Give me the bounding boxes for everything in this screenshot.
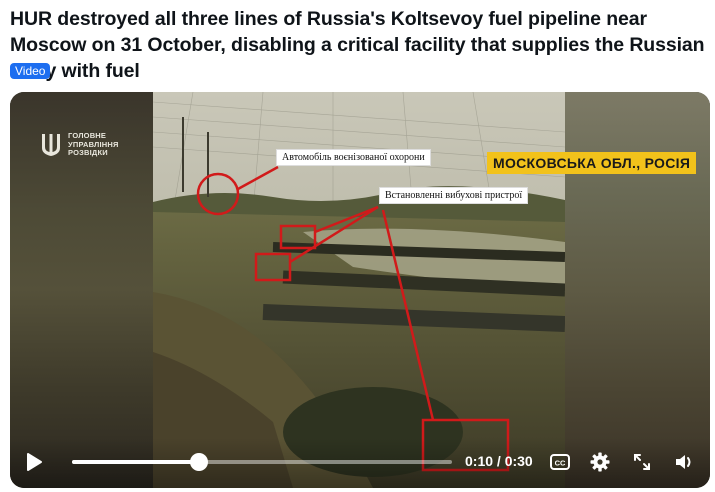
- post-headline: HUR destroyed all three lines of Russia'…: [10, 8, 705, 82]
- guard-vehicle-caption: Автомобіль воєнізованої охорони: [276, 149, 431, 166]
- hur-logo: ГОЛОВНЕ УПРАВЛІННЯ РОЗВІДКИ: [40, 132, 119, 158]
- svg-text:CC: CC: [555, 459, 566, 468]
- seek-progress: [72, 460, 199, 464]
- video-badge: Video: [10, 63, 51, 79]
- trident-icon: [42, 134, 60, 156]
- volume-icon: [676, 455, 691, 469]
- video-player[interactable]: ГОЛОВНЕ УПРАВЛІННЯ РОЗВІДКИ МОСКОВСЬКА О…: [10, 92, 710, 488]
- captions-button[interactable]: CC: [548, 450, 572, 474]
- volume-button[interactable]: [672, 450, 696, 474]
- play-icon: [27, 453, 42, 471]
- fullscreen-icon: [634, 454, 650, 470]
- settings-button[interactable]: [588, 450, 612, 474]
- logo-line: РОЗВІДКИ: [68, 148, 108, 158]
- fullscreen-button[interactable]: [630, 450, 654, 474]
- hur-logo-text: ГОЛОВНЕ УПРАВЛІННЯ РОЗВІДКИ: [68, 132, 119, 158]
- location-label: МОСКОВСЬКА ОБЛ., РОСІЯ: [487, 152, 697, 174]
- seek-handle[interactable]: [189, 453, 208, 471]
- explosive-devices-caption: Встановленні вибухові пристрої: [379, 187, 529, 204]
- play-button[interactable]: [22, 450, 46, 474]
- post-page: HUR destroyed all three lines of Russia'…: [0, 0, 715, 492]
- settings-gear-icon: [590, 452, 610, 472]
- seek-bar[interactable]: [72, 453, 452, 471]
- time-display: 0:10 / 0:30: [465, 453, 533, 469]
- captions-icon: CC: [550, 454, 570, 470]
